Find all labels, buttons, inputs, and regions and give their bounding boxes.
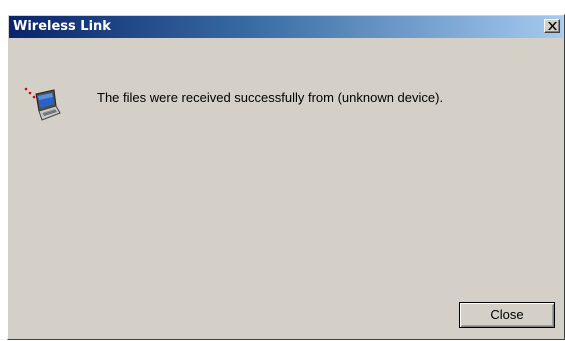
close-icon <box>548 22 557 30</box>
window-title: Wireless Link <box>13 19 111 34</box>
status-message: The files were received successfully fro… <box>97 90 444 105</box>
title-bar[interactable]: Wireless Link <box>9 16 563 38</box>
wireless-link-dialog: Wireless Link The files were received su… <box>7 14 565 340</box>
title-close-button[interactable] <box>544 19 560 33</box>
close-button[interactable]: Close <box>459 302 555 328</box>
laptop-infrared-icon <box>24 87 61 121</box>
